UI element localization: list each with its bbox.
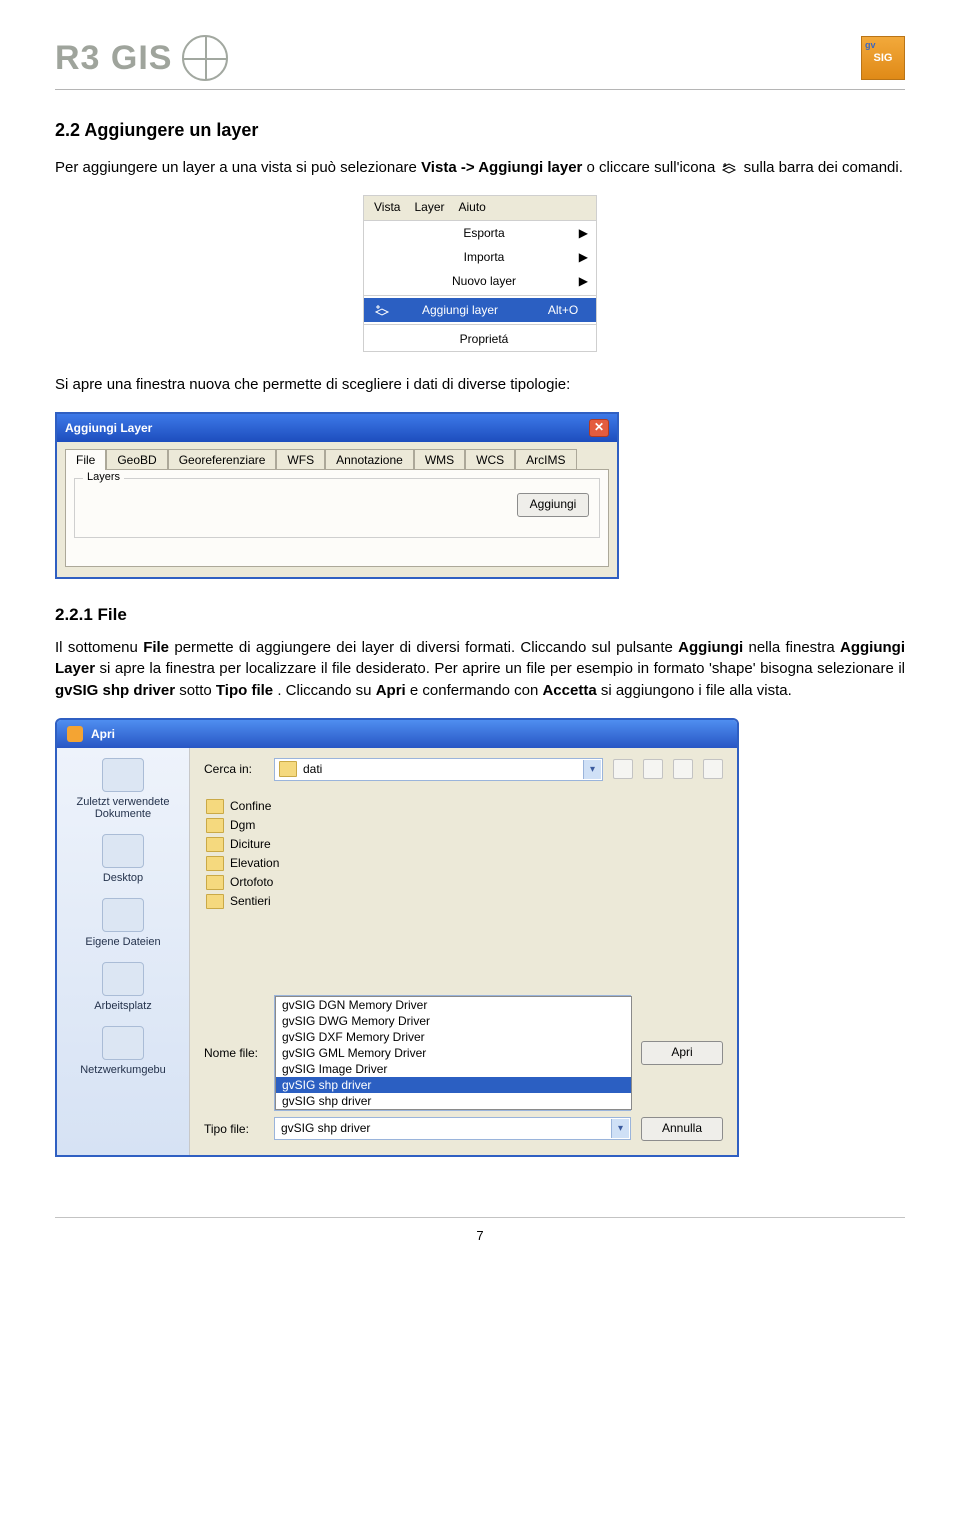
up-folder-icon[interactable] — [613, 759, 633, 779]
section-intro: Per aggiungere un layer a una vista si p… — [55, 157, 905, 179]
add-layer-icon — [372, 302, 392, 318]
page-number: 7 — [476, 1228, 483, 1243]
view-list-icon[interactable] — [673, 759, 693, 779]
driver-option[interactable]: gvSIG DWG Memory Driver — [276, 1013, 631, 1029]
vista-menu: Vista Layer Aiuto Esporta ▶ Importa ▶ Nu… — [363, 195, 597, 352]
add-layer-icon — [721, 160, 737, 176]
lookin-combo[interactable]: dati ▾ — [274, 758, 603, 781]
view-details-icon[interactable] — [703, 759, 723, 779]
chevron-right-icon: ▶ — [576, 226, 588, 240]
place-desktop[interactable]: Desktop — [63, 834, 183, 884]
dialog-apri: Apri Zuletzt verwendete Dokumente Deskto… — [55, 718, 739, 1157]
places-bar: Zuletzt verwendete Dokumente Desktop Eig… — [57, 748, 190, 1155]
tipo-file-combo[interactable]: gvSIG shp driver ▾ — [274, 1117, 631, 1140]
menu-item-importa[interactable]: Importa ▶ — [364, 245, 596, 269]
chevron-right-icon: ▶ — [576, 274, 588, 288]
section-title: 2.2 Aggiungere un layer — [55, 120, 905, 141]
menu-item-proprieta[interactable]: Proprietá — [364, 327, 596, 351]
place-recent[interactable]: Zuletzt verwendete Dokumente — [63, 758, 183, 820]
apri-app-icon — [67, 726, 83, 742]
chevron-right-icon: ▶ — [576, 250, 588, 264]
dialog-titlebar: Aggiungi Layer ✕ — [57, 414, 617, 442]
tab-georef[interactable]: Georeferenziare — [168, 449, 277, 470]
folder-icon — [206, 894, 224, 909]
brand-logo: R3 GIS — [55, 35, 228, 81]
folder-icon — [206, 799, 224, 814]
folder-icon — [206, 856, 224, 871]
tab-file[interactable]: File — [65, 449, 106, 470]
layers-frame: Layers Aggiungi — [74, 478, 600, 538]
tab-arcims[interactable]: ArcIMS — [515, 449, 576, 470]
chevron-down-icon[interactable]: ▾ — [583, 760, 601, 779]
driver-option[interactable]: gvSIG DXF Memory Driver — [276, 1029, 631, 1045]
chevron-down-icon[interactable]: ▾ — [611, 1119, 629, 1138]
tab-wcs[interactable]: WCS — [465, 449, 515, 470]
folder-icon — [206, 875, 224, 890]
driver-option[interactable]: gvSIG DGN Memory Driver — [276, 997, 631, 1013]
filename-combo[interactable]: gvSIG DGN Memory Driver gvSIG DWG Memory… — [274, 995, 631, 1111]
folder-item[interactable]: Confine — [206, 799, 723, 814]
driver-option-selected[interactable]: gvSIG shp driver — [276, 1077, 631, 1093]
driver-option[interactable]: gvSIG GML Memory Driver — [276, 1045, 631, 1061]
folder-icon — [206, 818, 224, 833]
tab-wms[interactable]: WMS — [414, 449, 465, 470]
after-menu-text: Si apre una finestra nuova che permette … — [55, 374, 905, 396]
driver-option[interactable]: gvSIG shp driver — [276, 1093, 631, 1109]
menu-item-esporta[interactable]: Esporta ▶ — [364, 221, 596, 245]
folder-list: Confine Dgm Diciture Elevation Ortofoto … — [204, 795, 723, 989]
folder-item[interactable]: Diciture — [206, 837, 723, 852]
apri-button[interactable]: Apri — [641, 1041, 723, 1065]
dialog-titlebar: Apri — [57, 720, 737, 748]
new-folder-icon[interactable] — [643, 759, 663, 779]
folder-item[interactable]: Sentieri — [206, 894, 723, 909]
place-computer[interactable]: Arbeitsplatz — [63, 962, 183, 1012]
tab-annot[interactable]: Annotazione — [325, 449, 414, 470]
page-footer: 7 — [55, 1217, 905, 1243]
folder-icon — [279, 761, 297, 777]
place-mydocs[interactable]: Eigene Dateien — [63, 898, 183, 948]
tab-wfs[interactable]: WFS — [276, 449, 325, 470]
subsection-para: Il sottomenu File permette di aggiungere… — [55, 637, 905, 702]
brand-text: R3 GIS — [55, 39, 172, 78]
dialog-aggiungi-layer: Aggiungi Layer ✕ File GeoBD Georeferenzi… — [55, 412, 619, 579]
subsection-title: 2.2.1 File — [55, 605, 905, 625]
gvsig-badge: gv SIG — [861, 36, 905, 80]
driver-list[interactable]: gvSIG DGN Memory Driver gvSIG DWG Memory… — [275, 996, 632, 1110]
lookin-label: Cerca in: — [204, 762, 264, 776]
aggiungi-button[interactable]: Aggiungi — [517, 493, 589, 517]
driver-option[interactable]: gvSIG Image Driver — [276, 1061, 631, 1077]
menu-item-nuovo-layer[interactable]: Nuovo layer ▶ — [364, 269, 596, 293]
name-label: Nome file: — [204, 1046, 264, 1060]
tab-strip: File GeoBD Georeferenziare WFS Annotazio… — [57, 442, 617, 469]
folder-item[interactable]: Dgm — [206, 818, 723, 833]
globe-icon — [182, 35, 228, 81]
menu-item-aggiungi-layer[interactable]: Aggiungi layer Alt+O — [364, 298, 596, 322]
place-network[interactable]: Netzwerkumgebu — [63, 1026, 183, 1076]
close-icon[interactable]: ✕ — [589, 419, 609, 437]
menu-layer[interactable]: Layer — [414, 200, 444, 214]
page-header: R3 GIS gv SIG — [55, 35, 905, 90]
folder-item[interactable]: Elevation — [206, 856, 723, 871]
menu-bar: Vista Layer Aiuto — [364, 196, 596, 220]
menu-aiuto[interactable]: Aiuto — [459, 200, 486, 214]
annulla-button[interactable]: Annulla — [641, 1117, 723, 1141]
folder-item[interactable]: Ortofoto — [206, 875, 723, 890]
tab-geobd[interactable]: GeoBD — [106, 449, 167, 470]
type-label: Tipo file: — [204, 1122, 264, 1136]
folder-icon — [206, 837, 224, 852]
menu-vista[interactable]: Vista — [374, 200, 400, 214]
